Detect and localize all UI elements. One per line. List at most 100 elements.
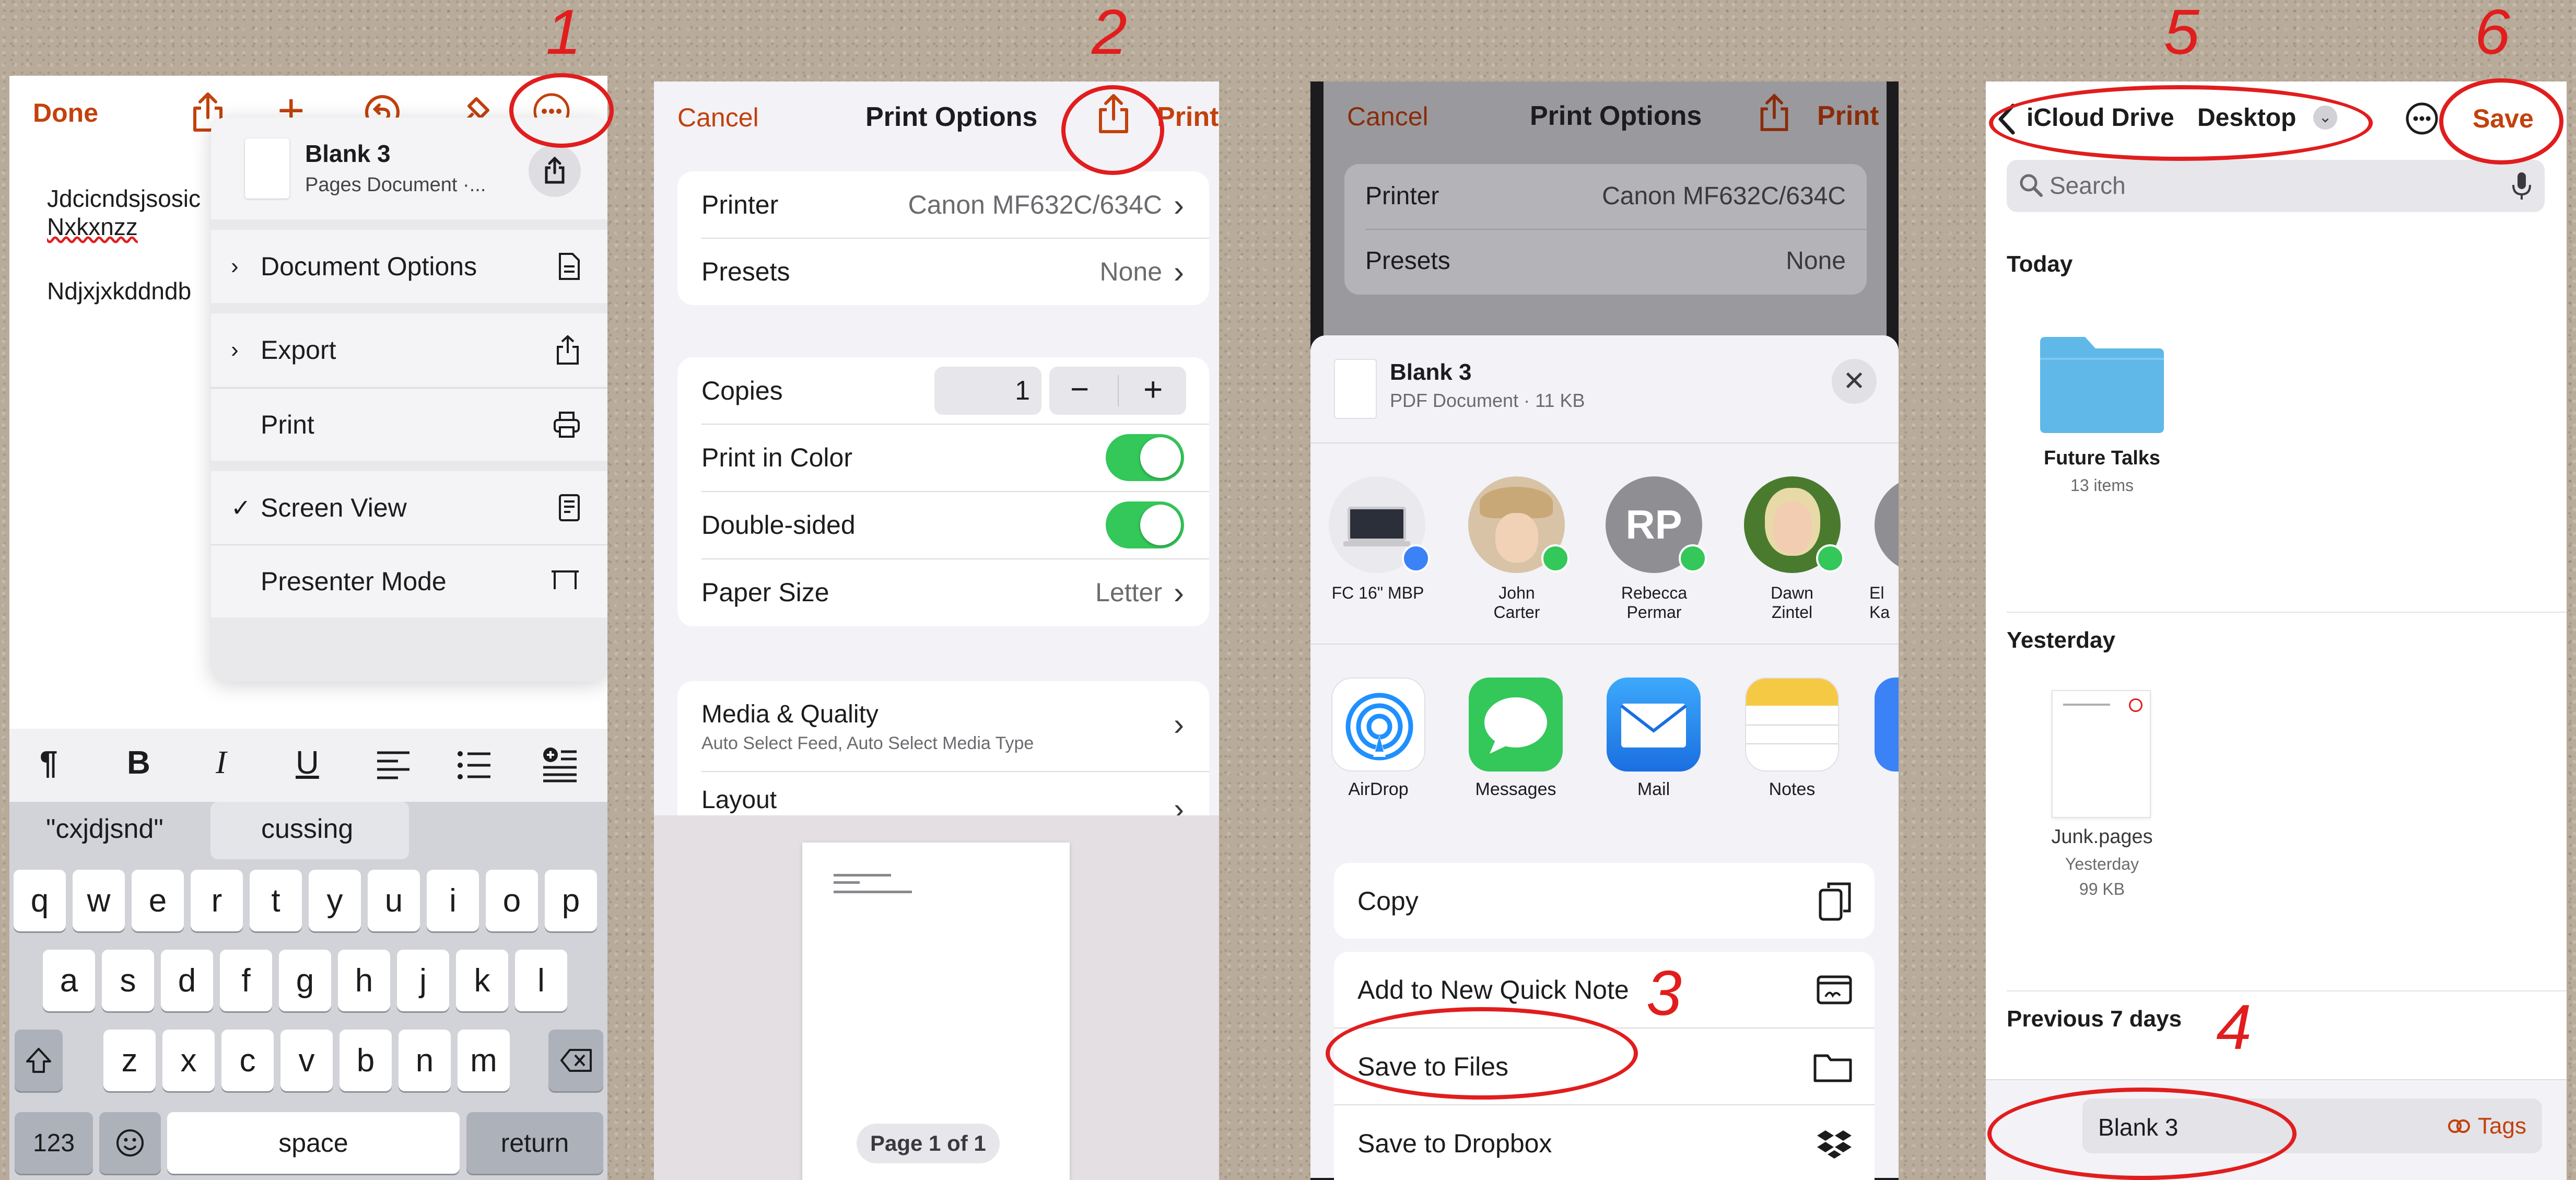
laptop-icon bbox=[1348, 507, 1406, 541]
notes-line bbox=[1746, 725, 1838, 726]
align-left-icon[interactable] bbox=[375, 750, 412, 781]
key-f[interactable]: f bbox=[220, 950, 272, 1011]
doc-line-3[interactable]: Ndjxjxkddndb bbox=[47, 277, 191, 306]
key-j[interactable]: j bbox=[397, 950, 449, 1011]
done-button[interactable]: Done bbox=[33, 98, 98, 128]
key-l[interactable]: l bbox=[515, 950, 567, 1011]
numbers-key[interactable]: 123 bbox=[15, 1112, 93, 1174]
chevron-right-icon: › bbox=[1174, 707, 1184, 742]
search-input[interactable]: Search bbox=[2007, 160, 2545, 212]
copies-value[interactable]: 1 bbox=[934, 367, 1041, 415]
shift-key[interactable] bbox=[15, 1030, 63, 1091]
doc-line-2[interactable]: Nxkxnzz bbox=[47, 213, 138, 241]
key-g[interactable]: g bbox=[279, 950, 331, 1011]
more-options-icon[interactable] bbox=[2405, 101, 2439, 136]
close-icon[interactable]: ✕ bbox=[1832, 359, 1877, 404]
layout-label[interactable]: Layout bbox=[701, 786, 777, 814]
bold-button[interactable]: B bbox=[127, 744, 150, 781]
checkmark-icon: ✓ bbox=[231, 494, 251, 521]
key-q[interactable]: q bbox=[14, 870, 66, 931]
cancel-button[interactable]: Cancel bbox=[1347, 101, 1428, 132]
increment-button[interactable]: + bbox=[1143, 370, 1163, 408]
media-quality-sub: Auto Select Feed, Auto Select Media Type bbox=[701, 733, 1034, 753]
key-p[interactable]: p bbox=[545, 870, 597, 931]
page-title: Print Options bbox=[865, 102, 1038, 132]
key-d[interactable]: d bbox=[161, 950, 213, 1011]
menu-item-export[interactable]: › Export bbox=[211, 313, 607, 387]
save-to-dropbox-action[interactable]: Save to Dropbox bbox=[1334, 1105, 1875, 1180]
copy-action[interactable]: Copy bbox=[1334, 863, 1875, 939]
person-name: Dawn Zintel bbox=[1771, 583, 1813, 622]
presets-row[interactable]: Presets None › bbox=[677, 238, 1209, 305]
print-button[interactable]: Print bbox=[1817, 100, 1879, 132]
mail-icon[interactable] bbox=[1607, 677, 1701, 772]
file-thumbnail[interactable] bbox=[2052, 690, 2151, 818]
search-icon bbox=[2020, 174, 2043, 197]
key-h[interactable]: h bbox=[338, 950, 390, 1011]
key-b[interactable]: b bbox=[339, 1030, 392, 1091]
key-c[interactable]: c bbox=[221, 1030, 274, 1091]
key-o[interactable]: o bbox=[486, 870, 538, 931]
menu-item-screen-view[interactable]: ✓ Screen View bbox=[211, 471, 607, 544]
key-z[interactable]: z bbox=[103, 1030, 156, 1091]
presets-value: None bbox=[1786, 247, 1846, 275]
presets-label: Presets bbox=[1365, 247, 1450, 275]
highlight-oval-1 bbox=[509, 73, 614, 148]
key-a[interactable]: a bbox=[43, 950, 95, 1011]
doc-line-1[interactable]: Jdcicndsjsosic bbox=[47, 184, 201, 213]
printer-row[interactable]: Printer Canon MF632C/634C › bbox=[677, 171, 1209, 238]
partial-app-icon[interactable] bbox=[1875, 677, 1899, 772]
printer-icon bbox=[554, 412, 580, 438]
person-name: Rebecca Permar bbox=[1621, 583, 1688, 622]
doc-thumbnail bbox=[245, 138, 289, 198]
delete-key[interactable] bbox=[548, 1030, 603, 1091]
insert-icon[interactable] bbox=[541, 745, 579, 783]
list-icon[interactable] bbox=[456, 750, 493, 781]
step-number-3: 3 bbox=[1646, 957, 1682, 1029]
decrement-button[interactable]: − bbox=[1070, 371, 1089, 408]
space-key[interactable]: space bbox=[167, 1112, 460, 1174]
emoji-key[interactable] bbox=[99, 1112, 161, 1174]
menu-item-print[interactable]: Print bbox=[211, 388, 607, 461]
paper-size-row[interactable]: Paper Size Letter › bbox=[677, 559, 1209, 626]
key-u[interactable]: u bbox=[368, 870, 420, 931]
italic-button[interactable]: I bbox=[216, 744, 227, 781]
key-s[interactable]: s bbox=[102, 950, 154, 1011]
notes-icon[interactable] bbox=[1745, 677, 1839, 772]
key-n[interactable]: n bbox=[399, 1030, 451, 1091]
suggestion-2[interactable]: cussing bbox=[261, 813, 353, 845]
cancel-button[interactable]: Cancel bbox=[677, 102, 759, 133]
menu-share-button[interactable] bbox=[529, 145, 581, 197]
key-k[interactable]: k bbox=[456, 950, 508, 1011]
avatar-face bbox=[1495, 513, 1538, 563]
divider bbox=[701, 771, 1209, 772]
key-t[interactable]: t bbox=[250, 870, 302, 931]
key-x[interactable]: x bbox=[162, 1030, 215, 1091]
double-sided-toggle[interactable] bbox=[1106, 501, 1184, 548]
airdrop-icon[interactable] bbox=[1331, 677, 1425, 772]
menu-item-presenter-mode[interactable]: Presenter Mode bbox=[211, 544, 607, 617]
key-m[interactable]: m bbox=[458, 1030, 510, 1091]
tags-button[interactable]: Tags bbox=[2448, 1113, 2526, 1139]
messages-icon[interactable] bbox=[1469, 677, 1563, 772]
paragraph-button[interactable]: ¶ bbox=[40, 744, 57, 781]
suggestion-1[interactable]: "cxjdjsnd" bbox=[46, 813, 163, 845]
microphone-icon[interactable] bbox=[2511, 170, 2532, 202]
folder-icon[interactable] bbox=[2038, 335, 2166, 434]
key-e[interactable]: e bbox=[132, 870, 184, 931]
media-quality-label[interactable]: Media & Quality bbox=[701, 700, 879, 729]
print-in-color-toggle[interactable] bbox=[1106, 434, 1184, 481]
paper-size-value: Letter bbox=[1095, 578, 1163, 607]
person-avatar-partial[interactable] bbox=[1875, 476, 1899, 573]
share-icon[interactable] bbox=[1757, 93, 1792, 133]
print-button[interactable]: Print bbox=[1157, 101, 1219, 133]
underline-button[interactable]: U bbox=[296, 744, 319, 781]
keyboard: "cxjdjsnd" cussing qwertyuiop asdfghjkl zx… bbox=[9, 802, 607, 1180]
key-i[interactable]: i bbox=[427, 870, 479, 931]
key-y[interactable]: y bbox=[309, 870, 361, 931]
menu-item-document-options[interactable]: › Document Options bbox=[211, 230, 607, 303]
key-w[interactable]: w bbox=[73, 870, 125, 931]
key-v[interactable]: v bbox=[280, 1030, 333, 1091]
return-key[interactable]: return bbox=[466, 1112, 603, 1174]
key-r[interactable]: r bbox=[191, 870, 243, 931]
